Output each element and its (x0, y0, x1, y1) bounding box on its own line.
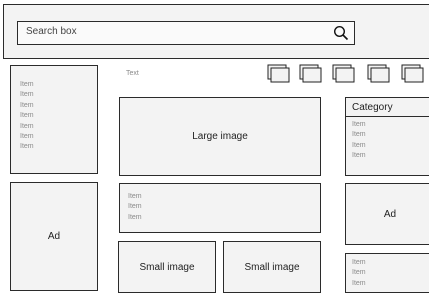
thumbnail-icon (332, 64, 355, 83)
category-item[interactable]: Item (352, 130, 429, 140)
right-ad[interactable]: Ad (345, 183, 429, 245)
ad-label: Ad (383, 208, 397, 220)
list-item[interactable]: Item (20, 80, 97, 90)
thumbnail-icon (367, 64, 390, 83)
left-item-list: Item Item Item Item Item Item Item (10, 65, 98, 174)
list-item[interactable]: Item (20, 101, 97, 111)
left-ad[interactable]: Ad (10, 182, 98, 291)
category-box: Category Item Item Item Item (345, 97, 429, 176)
small-image-label: Small image (244, 261, 300, 273)
small-image-label: Small image (139, 261, 195, 273)
list-item[interactable]: Item (128, 202, 320, 212)
thumbnail-icon (299, 64, 322, 83)
search-placeholder: Search box (26, 26, 77, 37)
small-image-2[interactable]: Small image (223, 241, 321, 293)
list-item[interactable]: Item (20, 111, 97, 121)
right-item-list: Item Item Item (345, 253, 429, 293)
middle-item-list: Item Item Item (119, 183, 321, 233)
list-item[interactable]: Item (352, 268, 429, 278)
thumbnail-icons (267, 64, 424, 83)
thumbnail-icon (401, 64, 424, 83)
list-item[interactable]: Item (20, 132, 97, 142)
small-image-1[interactable]: Small image (118, 241, 216, 293)
list-item[interactable]: Item (128, 192, 320, 202)
list-item[interactable]: Item (352, 279, 429, 289)
list-item[interactable]: Item (352, 258, 429, 268)
large-image-label: Large image (192, 131, 248, 142)
list-item[interactable]: Item (20, 122, 97, 132)
header-bar: Search box (3, 4, 429, 59)
category-title: Category (346, 98, 429, 117)
category-item[interactable]: Item (352, 141, 429, 151)
category-item[interactable]: Item (352, 151, 429, 161)
list-item[interactable]: Item (20, 90, 97, 100)
category-item[interactable]: Item (352, 120, 429, 130)
magnifier-icon[interactable] (333, 25, 349, 41)
text-label: Text (126, 70, 139, 77)
list-item[interactable]: Item (128, 213, 320, 223)
thumbnail-icon (267, 64, 290, 83)
ad-label: Ad (47, 231, 61, 242)
large-image[interactable]: Large image (119, 97, 321, 176)
search-input[interactable]: Search box (17, 21, 355, 45)
list-item[interactable]: Item (20, 142, 97, 152)
